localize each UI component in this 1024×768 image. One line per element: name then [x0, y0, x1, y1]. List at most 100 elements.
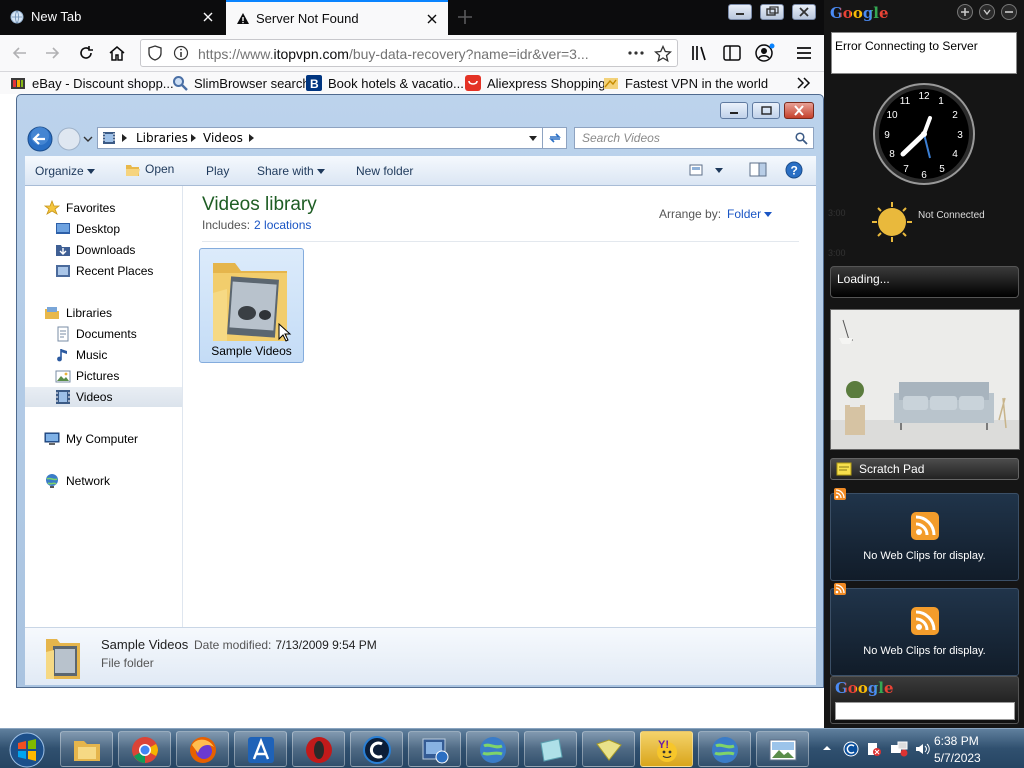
breadcrumb-videos[interactable]: Videos [203, 131, 243, 145]
videos-icon [55, 389, 71, 405]
nav-libraries[interactable]: Libraries [25, 303, 182, 323]
play-button[interactable]: Play [206, 164, 229, 178]
nav-music[interactable]: Music [25, 345, 182, 365]
close-window-button[interactable] [792, 4, 816, 20]
close-icon[interactable] [202, 11, 214, 23]
options-icon[interactable] [979, 4, 995, 20]
minimize-button[interactable] [728, 4, 752, 20]
bookmark-ebay[interactable]: eBay - Discount shopp... [10, 75, 174, 91]
bookmark-aliexpress[interactable]: Aliexpress Shopping [465, 75, 606, 91]
minimize-button[interactable] [720, 102, 748, 119]
bookmark-star-icon[interactable] [654, 45, 672, 63]
network-icon [44, 473, 60, 489]
taskbar-explorer[interactable] [60, 731, 113, 767]
chevron-right-icon[interactable] [191, 131, 197, 145]
tray-action-center-icon[interactable] [866, 741, 882, 757]
address-bar[interactable]: Libraries Videos [97, 127, 543, 149]
open-button[interactable]: Open [125, 162, 174, 177]
bookmark-booking[interactable]: B Book hotels & vacatio... [306, 75, 464, 91]
svg-text:7: 7 [903, 164, 909, 175]
shield-icon[interactable] [147, 45, 163, 61]
preview-pane-icon[interactable] [749, 162, 767, 178]
chevron-right-icon[interactable] [249, 131, 255, 145]
library-icon[interactable] [690, 43, 710, 63]
tab-label: Server Not Found [256, 11, 359, 26]
account-icon[interactable] [754, 43, 776, 63]
change-view-icon[interactable] [689, 163, 725, 177]
bookmark-vpn[interactable]: Fastest VPN in the world [603, 75, 768, 91]
nav-my-computer[interactable]: My Computer [25, 429, 182, 449]
home-icon[interactable] [107, 43, 127, 63]
forward-arrow-icon[interactable] [42, 43, 62, 63]
tray-expand-icon[interactable] [822, 743, 832, 753]
chevron-double-right-icon[interactable] [795, 74, 813, 92]
nav-desktop[interactable]: Desktop [25, 219, 182, 239]
nav-recent-places[interactable]: Recent Places [25, 261, 182, 281]
breadcrumb-libraries[interactable]: Libraries [136, 131, 188, 145]
nav-pictures[interactable]: Pictures [25, 366, 182, 386]
taskbar-acrobat[interactable] [234, 731, 287, 767]
back-arrow-icon[interactable] [10, 43, 30, 63]
taskbar-date[interactable]: 5/7/2023 [934, 751, 981, 765]
close-icon[interactable] [426, 13, 438, 25]
svg-text:?: ? [791, 164, 798, 178]
clock-gadget-icon: 12 1 2 3 45 6 78 9 10 11 [872, 82, 976, 186]
nav-documents[interactable]: Documents [25, 324, 182, 344]
minimize-sidebar-icon[interactable] [1001, 4, 1017, 20]
tab-new-tab[interactable]: New Tab [0, 0, 224, 35]
taskbar-globe-2[interactable] [698, 731, 751, 767]
search-input[interactable]: Search Videos [574, 127, 814, 149]
music-icon [55, 347, 71, 363]
taskbar-opera[interactable] [292, 731, 345, 767]
taskbar-notes[interactable] [524, 731, 577, 767]
taskbar-firefox[interactable] [176, 731, 229, 767]
nav-videos[interactable]: Videos [25, 387, 182, 407]
start-button[interactable] [8, 732, 46, 768]
url-bar[interactable]: https://www.itopvpn.com/buy-data-recover… [140, 39, 678, 67]
chevron-right-icon[interactable] [122, 131, 128, 145]
add-gadget-icon[interactable] [957, 4, 973, 20]
folder-sample-videos[interactable]: Sample Videos [199, 248, 304, 363]
url-text[interactable]: https://www.itopvpn.com/buy-data-recover… [198, 46, 598, 62]
tray-network-icon[interactable] [890, 741, 908, 757]
google-search-input[interactable] [835, 702, 1015, 720]
new-tab-icon[interactable] [455, 7, 475, 27]
share-with-button[interactable]: Share with [257, 164, 326, 178]
bookmark-slimbrowser[interactable]: SlimBrowser search [172, 75, 310, 91]
forward-arrow-icon[interactable] [56, 126, 94, 152]
menu-icon[interactable] [794, 43, 814, 63]
taskbar-image[interactable] [756, 731, 809, 767]
new-folder-button[interactable]: New folder [356, 164, 413, 178]
taskbar-ccleaner[interactable] [350, 731, 403, 767]
sidebar-icon[interactable] [722, 43, 742, 63]
taskbar-globe[interactable] [466, 731, 519, 767]
taskbar-time[interactable]: 6:38 PM [934, 734, 979, 748]
includes-locations-link[interactable]: 2 locations [254, 218, 311, 232]
arrange-by-dropdown[interactable]: Folder [727, 207, 773, 221]
tray-volume-icon[interactable] [914, 741, 930, 757]
more-actions-icon[interactable] [627, 45, 645, 61]
taskbar-yahoo[interactable]: Y! [640, 731, 693, 767]
taskbar-chrome[interactable] [118, 731, 171, 767]
nav-network[interactable]: Network [25, 471, 182, 491]
nav-favorites[interactable]: Favorites [25, 198, 182, 218]
reload-icon[interactable] [76, 43, 96, 63]
photo-gadget[interactable] [830, 309, 1020, 450]
info-icon[interactable] [173, 45, 189, 61]
details-modified: Date modified: 7/13/2009 9:54 PM [194, 638, 377, 652]
maximize-button[interactable] [752, 102, 780, 119]
restore-button[interactable] [760, 4, 784, 20]
organize-button[interactable]: Organize [35, 164, 96, 178]
chevron-down-icon[interactable] [528, 135, 538, 143]
scratch-pad-gadget[interactable]: Scratch Pad [830, 458, 1019, 480]
back-arrow-icon[interactable] [27, 126, 53, 152]
refresh-button[interactable] [543, 127, 567, 149]
tray-security-icon[interactable] [843, 741, 859, 757]
close-window-button[interactable] [784, 102, 814, 119]
tab-server-not-found[interactable]: Server Not Found [226, 0, 448, 35]
taskbar-folder[interactable] [582, 731, 635, 767]
nav-downloads[interactable]: Downloads [25, 240, 182, 260]
help-icon[interactable]: ? [785, 161, 803, 179]
taskbar-remote[interactable] [408, 731, 461, 767]
search-icon[interactable] [795, 132, 808, 145]
